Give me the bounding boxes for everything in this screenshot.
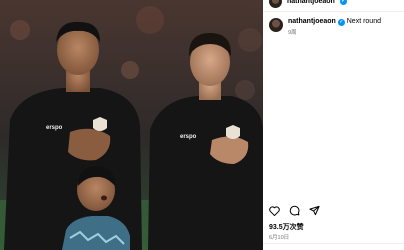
share-icon[interactable] xyxy=(309,205,320,216)
verified-icon: ✓ xyxy=(337,19,345,26)
caption-comment: nathantjoeaon ✓ Next round 9周 xyxy=(269,17,381,36)
comment-username[interactable]: nathantjoeaon xyxy=(288,18,336,25)
action-bar xyxy=(269,205,320,216)
like-count[interactable]: 93.5万次赞 xyxy=(269,222,304,232)
post-sidebar: nathantjoeaon ✓ nathantjoeaon ✓ Next rou… xyxy=(263,0,404,250)
divider xyxy=(263,11,404,12)
post-header: nathantjoeaon ✓ xyxy=(269,0,347,8)
jersey-brand-right: erspo xyxy=(180,134,197,140)
comment-icon[interactable] xyxy=(289,205,300,216)
photo-scene: erspo erspo xyxy=(0,0,263,250)
post-date[interactable]: 6月10日 xyxy=(269,233,289,241)
comment-text: nathantjoeaon ✓ Next round xyxy=(288,17,381,27)
post-photo[interactable]: erspo erspo xyxy=(0,0,263,250)
avatar[interactable] xyxy=(269,0,282,8)
heart-icon[interactable] xyxy=(269,205,280,216)
divider xyxy=(263,243,404,244)
comment-time[interactable]: 9周 xyxy=(288,28,381,36)
jersey-brand-left: erspo xyxy=(46,125,63,131)
verified-icon: ✓ xyxy=(339,0,347,5)
avatar[interactable] xyxy=(269,18,283,32)
author-username[interactable]: nathantjoeaon xyxy=(287,0,335,5)
comment-body: Next round xyxy=(346,18,381,25)
